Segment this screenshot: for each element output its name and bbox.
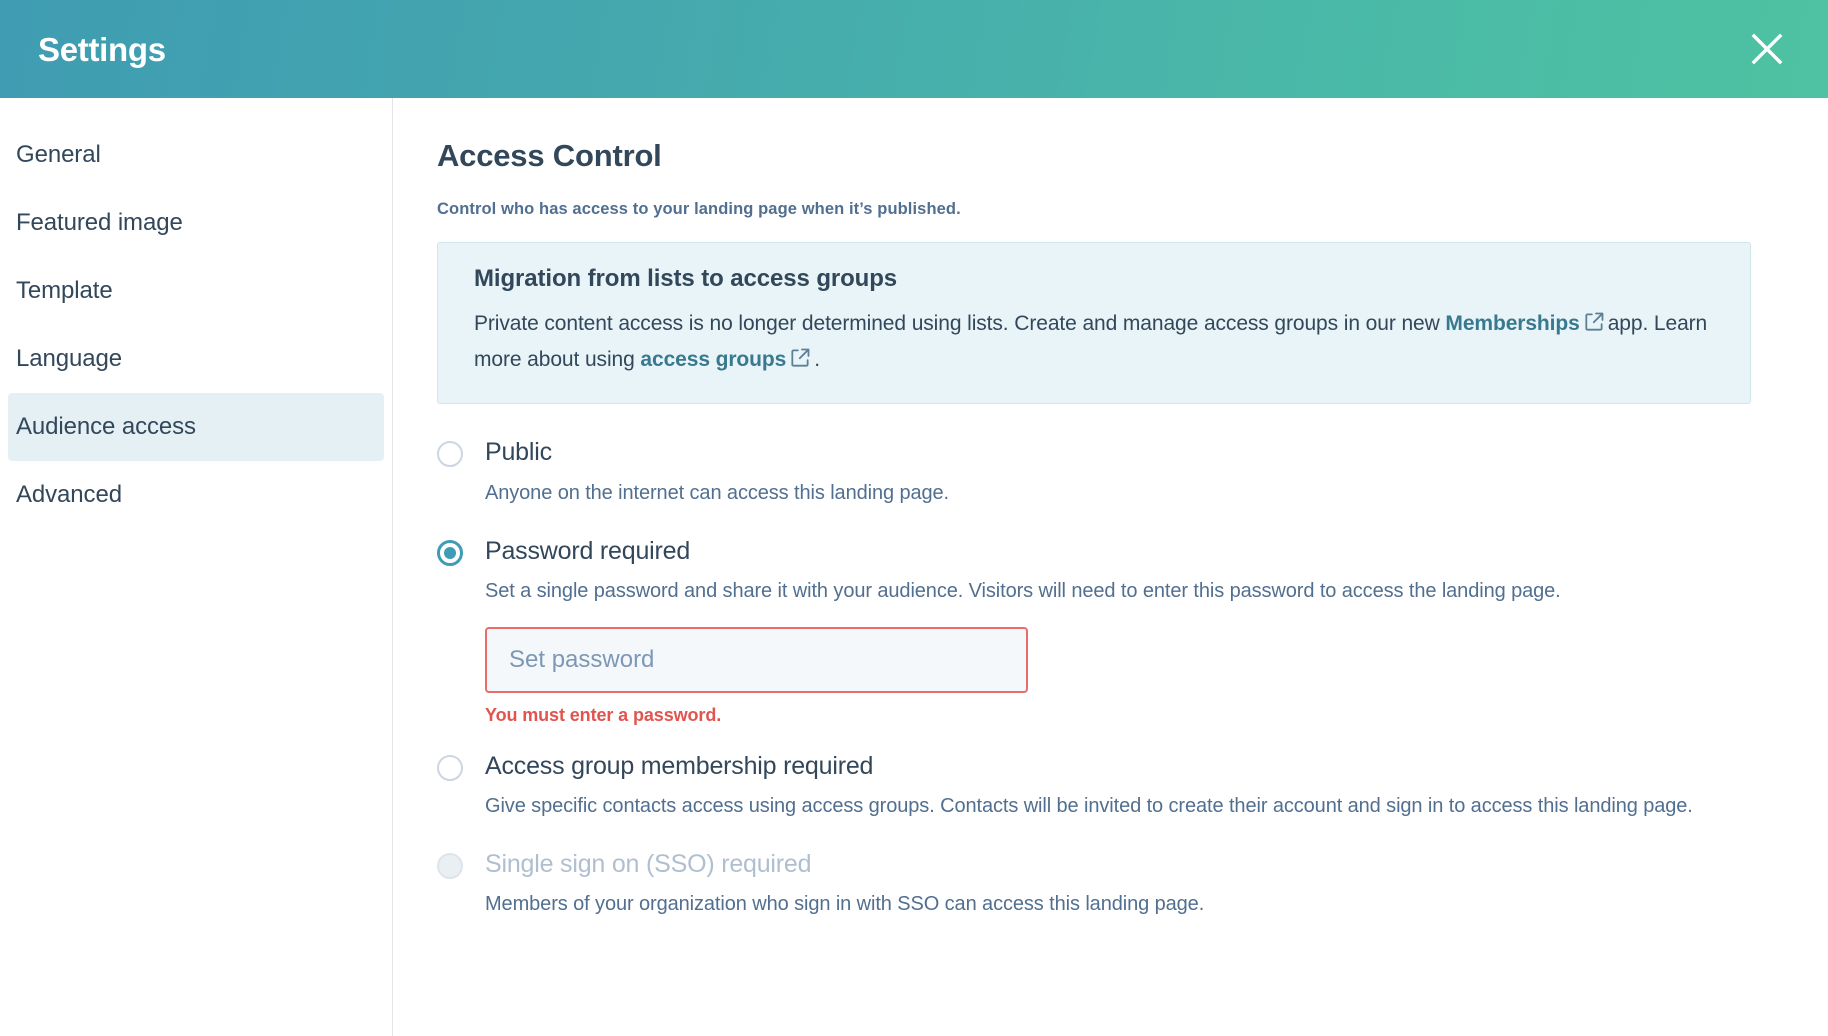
sidebar-item-label: General [16, 140, 101, 168]
close-icon [1750, 32, 1784, 66]
close-button[interactable] [1740, 22, 1794, 76]
option-access-group-membership-description: Give specific contacts access using acce… [485, 795, 1693, 818]
banner-text-part1: Private content access is no longer dete… [474, 312, 1440, 335]
option-access-group-membership-row[interactable]: Access group membership required [437, 748, 1764, 784]
sidebar-item-label: Advanced [16, 480, 122, 508]
settings-sidebar: General Featured image Template Language… [0, 98, 393, 1036]
banner-body: Private content access is no longer dete… [474, 307, 1720, 379]
access-groups-link[interactable]: access groups [640, 348, 814, 371]
option-sso-required-description: Members of your organization who sign in… [485, 893, 1205, 916]
option-access-group-membership-label: Access group membership required [485, 751, 874, 780]
sidebar-item-featured-image[interactable]: Featured image [8, 189, 384, 257]
radio-password-required[interactable] [437, 539, 463, 566]
sidebar-item-advanced[interactable]: Advanced [8, 461, 384, 529]
settings-modal: Settings General Featured image Template… [0, 0, 1828, 1036]
migration-banner: Migration from lists to access groups Pr… [437, 242, 1751, 405]
memberships-link[interactable]: Memberships [1445, 312, 1607, 335]
option-access-group-membership: Access group membership required Give sp… [437, 748, 1764, 824]
sidebar-item-label: Audience access [16, 412, 196, 440]
sidebar-item-general[interactable]: General [8, 121, 384, 189]
modal-body: General Featured image Template Language… [0, 98, 1828, 1036]
memberships-link-label: Memberships [1445, 312, 1580, 335]
set-password-input[interactable] [485, 626, 1028, 693]
option-sso-required-row: Single sign on (SSO) required [437, 846, 1764, 882]
option-password-required: Password required Set a single password … [437, 533, 1764, 726]
option-public: Public Anyone on the internet can access… [437, 434, 1764, 510]
option-sso-required: Single sign on (SSO) required Members of… [437, 846, 1764, 922]
modal-title: Settings [38, 30, 166, 68]
password-error-message: You must enter a password. [485, 704, 722, 725]
access-groups-link-label: access groups [640, 348, 787, 372]
page-subtitle: Control who has access to your landing p… [437, 200, 961, 218]
radio-public[interactable] [437, 441, 463, 468]
page-title: Access Control [437, 138, 662, 173]
option-public-label: Public [485, 438, 552, 467]
sidebar-item-template[interactable]: Template [8, 257, 384, 325]
external-link-icon [1584, 309, 1605, 343]
banner-title: Migration from lists to access groups [474, 265, 898, 292]
sidebar-item-label: Template [16, 276, 113, 304]
option-public-description: Anyone on the internet can access this l… [485, 481, 950, 504]
option-password-required-description: Set a single password and share it with … [485, 579, 1561, 602]
modal-header: Settings [0, 0, 1828, 98]
sidebar-item-label: Language [16, 344, 122, 372]
sidebar-item-language[interactable]: Language [8, 325, 384, 393]
external-link-icon [790, 345, 811, 379]
option-public-row[interactable]: Public [437, 434, 1764, 470]
radio-sso-required [437, 853, 463, 880]
option-sso-required-label: Single sign on (SSO) required [485, 850, 812, 879]
banner-text-part3: . [814, 348, 820, 372]
password-field-wrapper: You must enter a password. [485, 626, 1764, 726]
option-password-required-label: Password required [485, 536, 691, 565]
sidebar-item-audience-access[interactable]: Audience access [8, 393, 384, 461]
radio-access-group-membership[interactable] [437, 754, 463, 781]
option-password-required-row[interactable]: Password required [437, 533, 1764, 569]
sidebar-item-label: Featured image [16, 208, 183, 236]
access-control-panel: Access Control Control who has access to… [393, 98, 1828, 1036]
